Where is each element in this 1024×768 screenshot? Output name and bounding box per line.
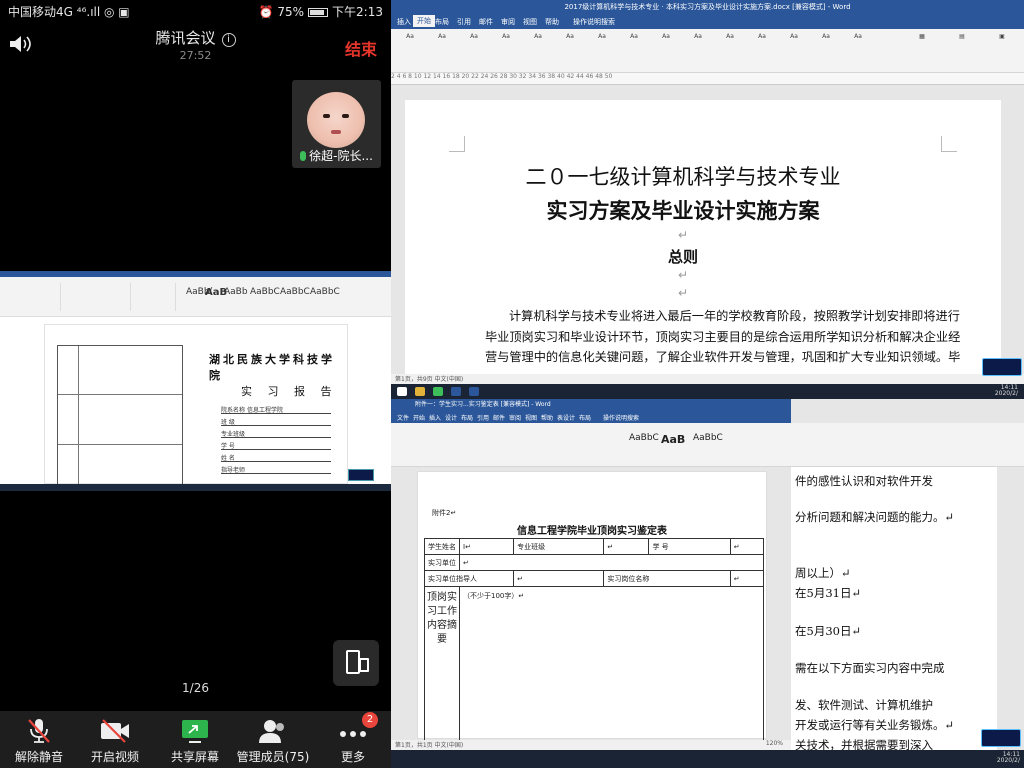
word-window-appraisal: 附件一：学生实习...实习鉴定表 [兼容模式] - Word 文件 开始 插入 … xyxy=(391,399,791,768)
menu-item[interactable]: 引用 xyxy=(477,413,489,422)
word-ribbon: Aa Aa Aa Aa Aa Aa Aa Aa Aa Aa Aa Aa Aa Aa Aa ▦ ▤ ▣ xyxy=(391,29,1024,73)
menu-item[interactable]: 引用 xyxy=(457,17,471,27)
taskbar-clock: 14:11 2020/2/ xyxy=(994,384,1018,397)
start-video-button[interactable]: 开启视频 xyxy=(76,711,154,768)
end-meeting-button[interactable]: 结束 xyxy=(345,36,377,60)
summary-cell[interactable]: （不少于100字）↵ xyxy=(459,586,764,755)
word-status-bar: 第1页，共9页 中文(中国) xyxy=(391,374,1024,384)
vertical-heading: 顶岗实习工作内容摘要 xyxy=(424,586,460,755)
menu-item[interactable]: 审阅 xyxy=(509,413,521,422)
share-screen-icon xyxy=(182,720,208,743)
menu-item[interactable]: 邮件 xyxy=(493,413,505,422)
field-class: 班 级 xyxy=(221,417,331,426)
members-icon xyxy=(259,720,284,743)
participant-name: 徐超-院长... xyxy=(292,147,381,164)
menu-item[interactable]: 邮件 xyxy=(479,17,493,27)
meeting-toolbar: 解除静音 开启视频 共享屏幕 管理成员(75) 2 更多 xyxy=(0,711,391,768)
word-window-plan: 2017级计算机科学与技术专业 · 本科实习方案及毕业设计实施方案.docx [… xyxy=(391,0,1024,390)
overlay-widget xyxy=(982,358,1022,376)
menu-item[interactable]: 插入 xyxy=(429,413,441,422)
doc-section-title: 总则 xyxy=(667,248,698,266)
menu-item[interactable]: 布局 xyxy=(461,413,473,422)
meeting-title[interactable]: 腾讯会议 i xyxy=(0,27,391,48)
school-name: 湖北民族大学科技学院 xyxy=(209,353,335,382)
report-title: 实 习 报 告 xyxy=(241,385,338,398)
menu-item[interactable]: 布局 xyxy=(435,17,449,27)
doc-paragraph: 计算机科学与技术专业将进入最后一年的学校教育阶段，按照教学计划安排即将进行毕业顶… xyxy=(485,309,961,364)
attachment-label: 附件2↵ xyxy=(432,509,457,517)
menu-item[interactable]: 开始 xyxy=(413,413,425,422)
share-screen-button[interactable]: 共享屏幕 xyxy=(156,711,234,768)
menu-item[interactable]: 视图 xyxy=(523,17,537,27)
word-menu: 文件 开始 插入 设计 布局 引用 邮件 审阅 视图 帮助 表设计 布局 操作说… xyxy=(391,411,791,423)
status-right: ⏰ 75% 下午2:13 xyxy=(258,5,383,19)
unmute-button[interactable]: 解除静音 xyxy=(0,711,78,768)
field-major: 专业班级 xyxy=(221,429,331,438)
word-ribbon xyxy=(791,423,1024,467)
meeting-app: 中国移动4G ⁴⁶.ıll ◎ ▣ ⏰ 75% 下午2:13 腾讯会议 i 27:5… xyxy=(0,0,391,768)
more-button[interactable]: 2 更多 xyxy=(314,711,391,768)
overlay-widget xyxy=(981,729,1021,747)
doc-heading-2: 实习方案及毕业设计实施方案 xyxy=(546,198,820,223)
window-title: 附件一：学生实习...实习鉴定表 [兼容模式] - Word xyxy=(391,399,791,411)
appraisal-table: 学生姓名 I↵ 专业班级 ↵ 学 号 ↵ 实习单位 ↵ 实习单位指导人 ↵ 实习… xyxy=(423,538,765,755)
menu-item[interactable]: 帮助 xyxy=(545,17,559,27)
manage-members-button[interactable]: 管理成员(75) xyxy=(234,711,312,768)
windows-taskbar xyxy=(391,750,791,768)
word-menu: 插入 开始 布局 引用 邮件 审阅 视图 帮助 操作说明搜索 xyxy=(391,14,1024,29)
participant-video-tile[interactable]: 徐超-院长... xyxy=(292,80,381,168)
taskbar-clock: 14:11 2020/2/ xyxy=(996,751,1020,764)
word-status-bar: 第1页，共1页 中文(中国) 120% xyxy=(391,740,791,750)
clock-label: 下午2:13 xyxy=(332,5,383,19)
menu-item[interactable]: 表设计 xyxy=(557,413,575,422)
avatar xyxy=(307,92,365,148)
menu-item[interactable]: 审阅 xyxy=(501,17,515,27)
battery-percent: 75% xyxy=(277,5,305,19)
desktop-screenshot: 2017级计算机科学与技术专业 · 本科实习方案及毕业设计实施方案.docx [… xyxy=(391,0,1024,768)
word-ribbon: AaBbC AaB AaBbC xyxy=(391,423,791,467)
ruler: 2 4 6 8 10 12 14 16 18 20 22 24 26 28 30… xyxy=(391,73,1024,85)
field-advisor: 指导老师 xyxy=(221,465,331,474)
shared-taskbar xyxy=(0,484,391,491)
mic-on-icon xyxy=(300,151,307,161)
document-page: 附件2↵ 信息工程学院毕业顶岗实习鉴定表 学生姓名 I↵ 专业班级 ↵ 学 号 … xyxy=(417,471,767,755)
shared-screen: AaBb(AaB AaBb AaBbC AaBbC AaBbC 湖北民族大学科技学院 … xyxy=(0,271,391,491)
windows-taskbar: 14:11 2020/2/ xyxy=(791,750,1024,768)
binding-box xyxy=(57,345,183,485)
meeting-header: 腾讯会议 i 27:52 结束 xyxy=(0,20,391,68)
word-window-plan-continued: 件的感性认识和对软件开发 分析问题和解决问题的能力。↵ 周以上）↵ 在5月31日… xyxy=(791,399,1024,768)
windows-taskbar: 14:11 2020/2/ xyxy=(391,384,1024,399)
menu-item[interactable]: 插入 xyxy=(397,17,411,27)
word-ribbon: AaBb(AaB AaBb AaBbC AaBbC AaBbC xyxy=(0,277,391,317)
phone-status-bar: 中国移动4G ⁴⁶.ıll ◎ ▣ ⏰ 75% 下午2:13 xyxy=(0,0,391,20)
document-page: 件的感性认识和对软件开发 分析问题和解决问题的能力。↵ 周以上）↵ 在5月31日… xyxy=(791,467,997,767)
field-id: 学 号 xyxy=(221,441,331,450)
switch-view-button[interactable] xyxy=(333,640,379,686)
document-page: 二０一七级计算机科学与技术专业 实习方案及毕业设计实施方案 ↵ 总则 ↵ ↵ 计… xyxy=(405,100,1001,375)
report-cover-page: 湖北民族大学科技学院 实 习 报 告 院系名称 信息工程学院 班 级 专业班级 … xyxy=(44,324,348,485)
window-title: 2017级计算机科学与技术专业 · 本科实习方案及毕业设计实施方案.docx [… xyxy=(391,0,1024,14)
carrier-label: 中国移动4G ⁴⁶.ıll ◎ ▣ xyxy=(8,5,130,19)
menu-item[interactable]: 开始 xyxy=(413,15,435,27)
menu-item[interactable]: 布局 xyxy=(579,413,591,422)
field-department: 院系名称 信息工程学院 xyxy=(221,405,331,414)
menu-item[interactable]: 设计 xyxy=(445,413,457,422)
table-title: 信息工程学院毕业顶岗实习鉴定表 xyxy=(517,526,667,537)
field-name: 姓 名 xyxy=(221,453,331,462)
search-tell-me[interactable]: 操作说明搜索 xyxy=(573,17,615,27)
battery-icon xyxy=(308,8,329,17)
overlay-widget xyxy=(348,469,374,481)
menu-item[interactable]: 帮助 xyxy=(541,413,553,422)
menu-item[interactable]: 文件 xyxy=(397,413,409,422)
menu-item[interactable]: 视图 xyxy=(525,413,537,422)
search-tell-me[interactable]: 操作说明搜索 xyxy=(603,413,639,422)
info-icon[interactable]: i xyxy=(221,33,236,47)
notification-badge: 2 xyxy=(362,712,378,728)
mic-muted-icon xyxy=(28,719,50,743)
doc-heading-1: 二０一七级计算机科学与技术专业 xyxy=(525,165,841,189)
meeting-duration: 27:52 xyxy=(179,49,212,62)
video-off-icon xyxy=(101,719,129,743)
page-indicator: 1/26 xyxy=(182,681,209,695)
